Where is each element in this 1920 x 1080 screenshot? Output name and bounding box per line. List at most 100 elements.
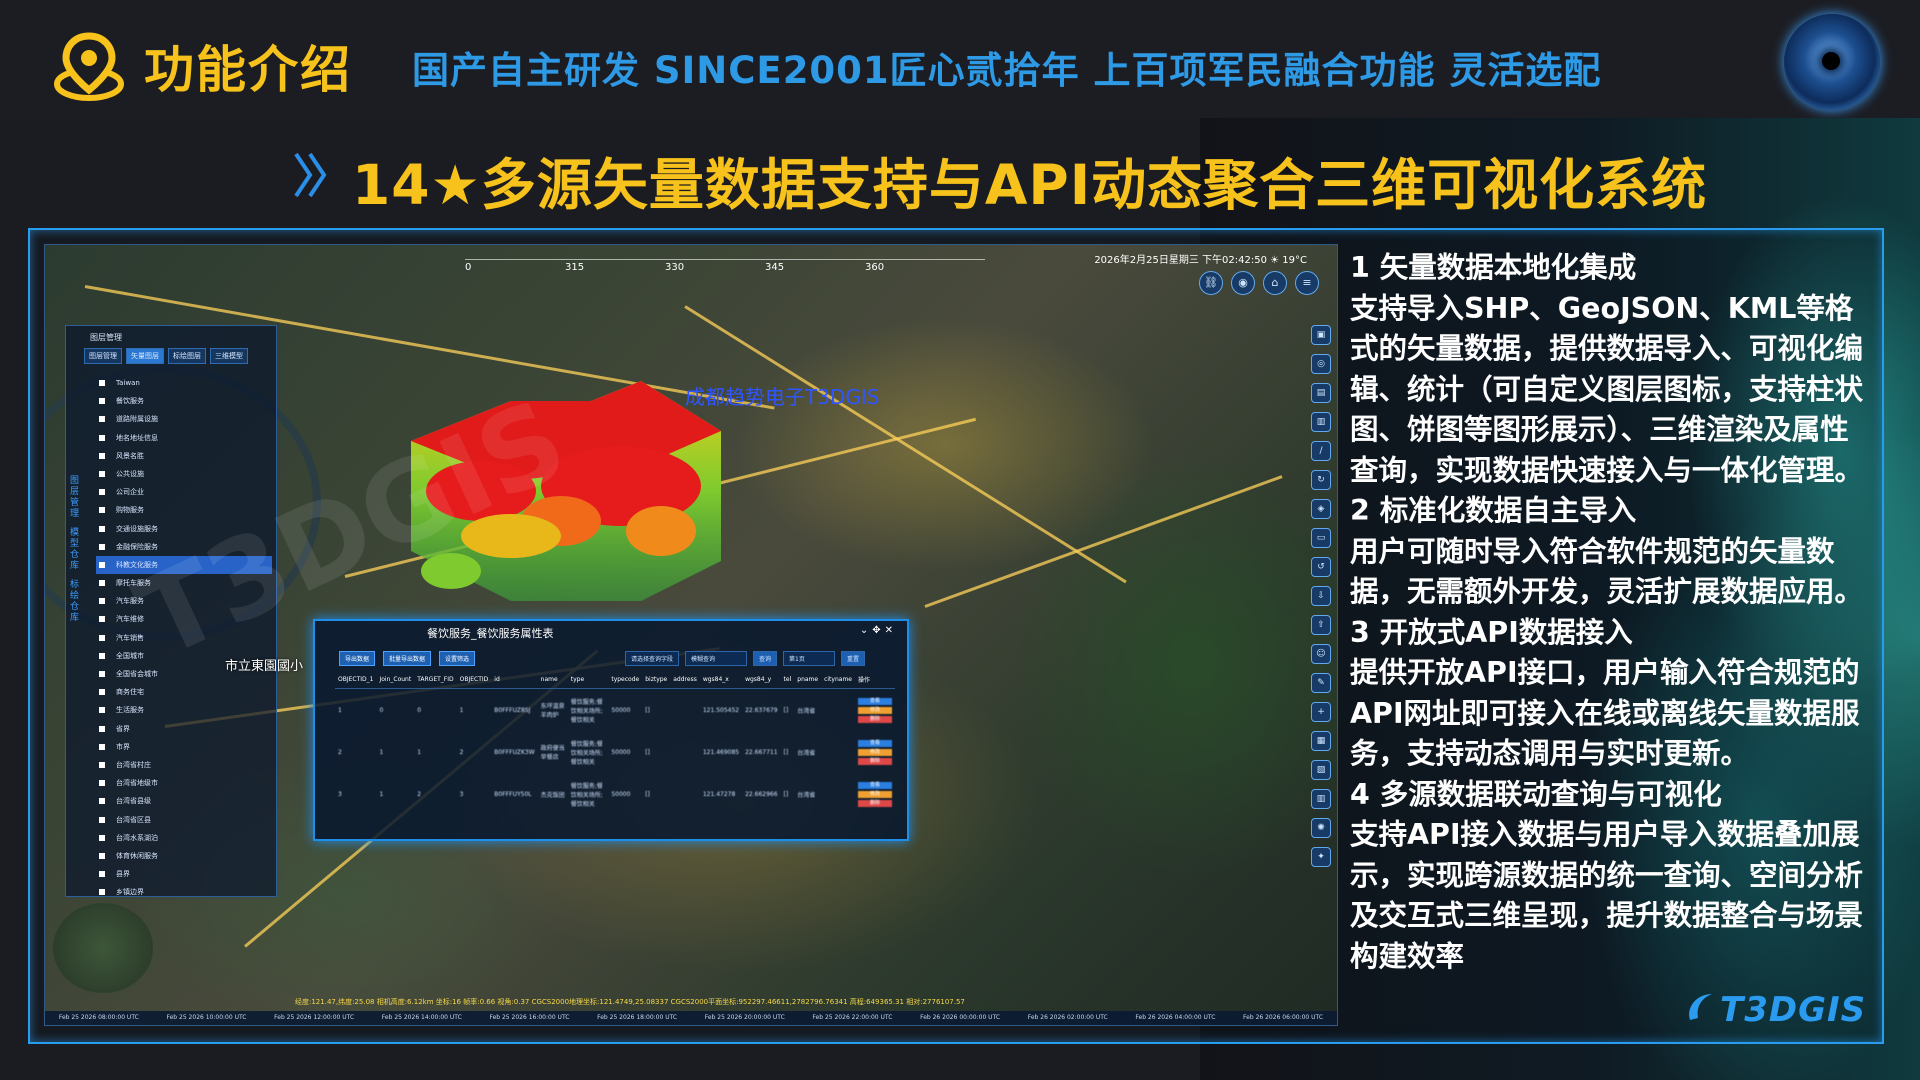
- table-row[interactable]: 2 1 1 2 B0FFFUZK3W 政府便当早餐店 餐饮服务;餐饮相关场所;餐饮相关 500…: [335, 731, 895, 773]
- chart-icon[interactable]: ▥: [1311, 789, 1331, 809]
- eye-icon[interactable]: ◎: [1311, 354, 1331, 374]
- section-title: 14★多源矢量数据支持与API动态聚合三维可视化系统: [352, 153, 1708, 217]
- table-header-cell[interactable]: typecode: [608, 671, 643, 689]
- link-icon[interactable]: ⛓: [1199, 271, 1223, 295]
- timeline-tick: Feb 25 2026 20:00:00 UTC: [704, 1014, 785, 1021]
- table-header-cell[interactable]: TARGET_FID: [414, 671, 457, 689]
- layer-tree-item[interactable]: 道路附属设施: [96, 410, 272, 428]
- trash-icon[interactable]: ▥: [1311, 412, 1331, 432]
- lock-icon[interactable]: ▣: [1311, 325, 1331, 345]
- map-timeline[interactable]: Feb 25 2026 08:00:00 UTC Feb 25 2026 10:0…: [45, 1011, 1337, 1025]
- print-icon[interactable]: ▧: [1311, 760, 1331, 780]
- delete-button[interactable]: 删除: [857, 715, 892, 723]
- table-cell: 121.505452: [702, 706, 740, 714]
- layers-icon[interactable]: ▦: [1311, 731, 1331, 751]
- rotate-icon[interactable]: ↻: [1311, 470, 1331, 490]
- layer-tree-item[interactable]: 商务住宅: [96, 683, 272, 701]
- filter-settings-button[interactable]: 设置筛选: [439, 651, 476, 666]
- layer-tree-item[interactable]: 台湾省村庄: [96, 756, 272, 774]
- layer-tree-item[interactable]: 生活服务: [96, 701, 272, 719]
- table-header-cell[interactable]: biztype: [642, 671, 671, 689]
- compass-icon[interactable]: ✦: [1311, 847, 1331, 867]
- fuzzy-search-input[interactable]: 模糊查询: [685, 651, 748, 666]
- layer-tree-item[interactable]: 省界: [96, 720, 272, 738]
- timeline-tick: Feb 25 2026 12:00:00 UTC: [274, 1014, 355, 1021]
- table-row[interactable]: 1 0 0 1 B0FFFUZ8SJ 东坪温泉羊肉炉 餐饮服务;餐饮相关场所;餐饮相关 500…: [335, 689, 895, 732]
- tab-vector-layer[interactable]: 矢量图层: [126, 348, 164, 364]
- map-view[interactable]: 0 315 330 345 360 2026年2月25日星期三 下午02:42:…: [44, 244, 1338, 1026]
- table-header-cell[interactable]: wgs84_y: [742, 671, 781, 689]
- layer-tree-root[interactable]: Taiwan: [96, 374, 272, 392]
- query-field-select[interactable]: 请选择查询字段: [625, 651, 680, 666]
- layer-tree-item[interactable]: 台湾省县级: [96, 792, 272, 810]
- view-button[interactable]: 查看: [857, 739, 892, 747]
- layer-tree-item[interactable]: 地名地址信息: [96, 429, 272, 447]
- batch-export-button[interactable]: 批量导出数据: [383, 651, 432, 666]
- table-header-cell[interactable]: address: [670, 671, 700, 689]
- menu-icon[interactable]: ≡: [1295, 271, 1319, 295]
- table-header-cell[interactable]: 操作: [854, 671, 895, 689]
- layer-tree-item[interactable]: 台湾省地级市: [96, 774, 272, 792]
- edit-button[interactable]: 修改: [857, 706, 892, 714]
- page-select[interactable]: 第1页: [783, 651, 836, 666]
- table-cell: 50000: [611, 790, 631, 798]
- view-button[interactable]: 查看: [857, 781, 892, 789]
- layer-tree-item[interactable]: 公司企业: [96, 483, 272, 501]
- tab-3d-model[interactable]: 三维模型: [210, 348, 248, 364]
- measure-icon[interactable]: ∕: [1311, 441, 1331, 461]
- table-row[interactable]: 3 1 2 3 B0FFFUY50L 杰克饭团 餐饮服务;餐饮相关场所;餐饮相关 50000 […: [335, 773, 895, 815]
- layer-tree-item[interactable]: 乡镇边界: [96, 883, 272, 901]
- reset-button[interactable]: 重置: [841, 651, 866, 666]
- table-cell: 餐饮服务;餐饮相关场所;餐饮相关: [570, 698, 603, 724]
- timeline-tick: Feb 25 2026 10:00:00 UTC: [166, 1014, 247, 1021]
- table-header-cell[interactable]: Join_Count: [376, 671, 415, 689]
- upload-icon[interactable]: ⇧: [1311, 615, 1331, 635]
- view-button[interactable]: 查看: [857, 697, 892, 705]
- double-chevron-icon: [294, 152, 327, 198]
- refresh-icon[interactable]: ↺: [1311, 557, 1331, 577]
- delete-button[interactable]: 删除: [857, 799, 892, 807]
- globe-icon[interactable]: ◉: [1231, 271, 1255, 295]
- table-cell: 餐饮服务;餐饮相关场所;餐饮相关: [570, 740, 603, 766]
- table-header-cell[interactable]: tel: [780, 671, 795, 689]
- table-header-cell[interactable]: id: [491, 671, 538, 689]
- layer-tree-item[interactable]: 县界: [96, 865, 272, 883]
- table-header-cell[interactable]: wgs84_x: [699, 671, 743, 689]
- search-button[interactable]: 查询: [753, 651, 778, 666]
- layer-tree-item[interactable]: 餐饮服务: [96, 392, 272, 410]
- layer-panel-side-tabs[interactable]: 图层管理 模型仓库 标绘仓库: [70, 476, 82, 624]
- table-header-cell[interactable]: pname: [794, 671, 822, 689]
- settings-icon[interactable]: ✺: [1311, 818, 1331, 838]
- table-header-cell[interactable]: name: [537, 671, 568, 689]
- home-icon[interactable]: ⌂: [1263, 271, 1287, 295]
- map-road: [924, 475, 1283, 608]
- layer-tree-item[interactable]: 市界: [96, 738, 272, 756]
- map-place-label: 市立東園國小: [225, 659, 304, 674]
- table-header-cell[interactable]: cityname: [821, 671, 855, 689]
- layer-tree-item[interactable]: 公共设施: [96, 465, 272, 483]
- tab-layer-manage[interactable]: 图层管理: [84, 348, 122, 364]
- delete-button[interactable]: 删除: [857, 757, 892, 765]
- table-header-cell[interactable]: OBJECTID: [456, 671, 492, 689]
- layer-tree-item[interactable]: 台湾水系湖泊: [96, 829, 272, 847]
- map-status-bar: 经度:121.47,纬度:25.08 相机高度:6.12km 坐标:16 帧率:…: [295, 998, 965, 1006]
- window-controls[interactable]: ⌄✥✕: [860, 625, 897, 636]
- edit-button[interactable]: 修改: [857, 790, 892, 798]
- table-header-cell[interactable]: type: [567, 671, 609, 689]
- edit-button[interactable]: 修改: [857, 748, 892, 756]
- minimap[interactable]: [53, 903, 153, 993]
- feature-heading: 3 开放式API数据接入: [1350, 615, 1633, 649]
- layer-tree-item[interactable]: 体育休闲服务: [96, 847, 272, 865]
- plus-icon[interactable]: +: [1311, 702, 1331, 722]
- export-data-button[interactable]: 导出数据: [339, 651, 376, 666]
- layer-tree-item[interactable]: 台湾省区县: [96, 811, 272, 829]
- tab-plot-layer[interactable]: 标绘图层: [168, 348, 206, 364]
- table-header-cell[interactable]: OBJECTID_1: [335, 671, 377, 689]
- layer-tree-item[interactable]: 风景名胜: [96, 447, 272, 465]
- folder-icon[interactable]: ▤: [1311, 383, 1331, 403]
- shield-icon[interactable]: ◈: [1311, 499, 1331, 519]
- user-icon[interactable]: ☺: [1311, 644, 1331, 664]
- screen-icon[interactable]: ▭: [1311, 528, 1331, 548]
- download-icon[interactable]: ⇩: [1311, 586, 1331, 606]
- edit-icon[interactable]: ✎: [1311, 673, 1331, 693]
